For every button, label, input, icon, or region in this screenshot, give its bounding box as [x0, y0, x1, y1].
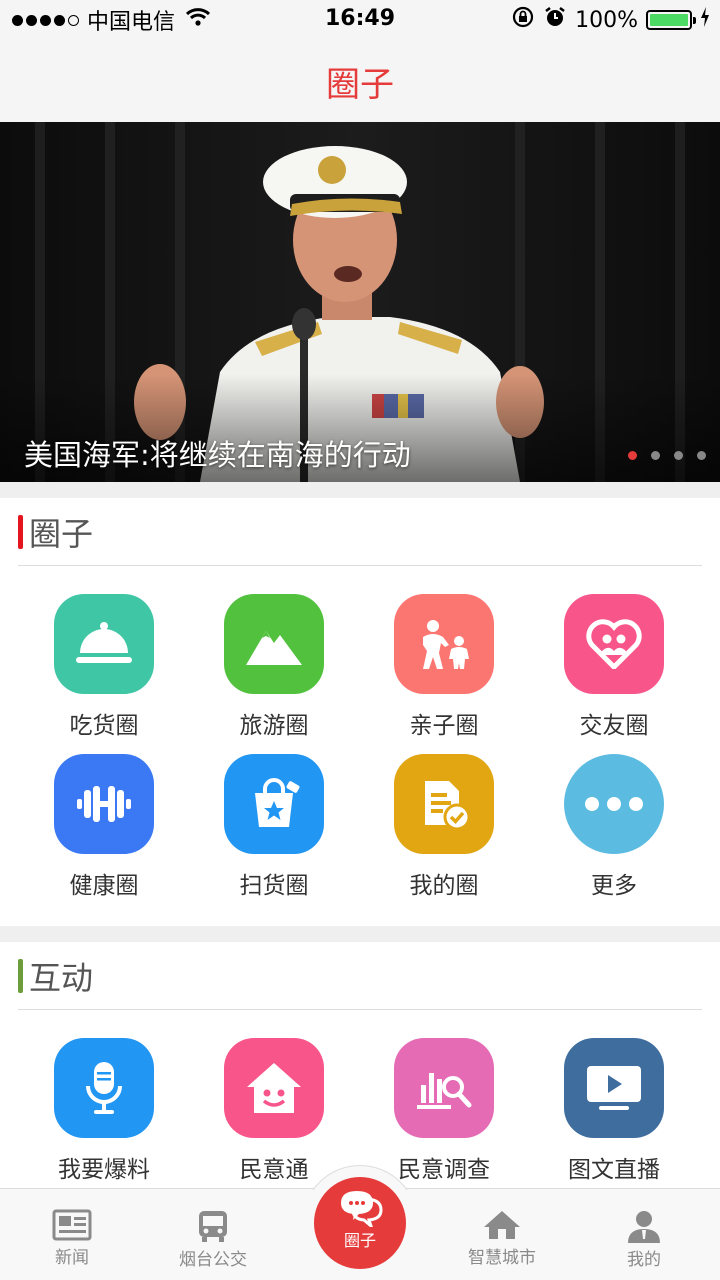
- battery-percent: 100%: [575, 7, 638, 33]
- chart-search-icon: [394, 1038, 494, 1138]
- circle-item-family[interactable]: 亲子圈: [359, 594, 529, 740]
- circles-section: 圈子 吃货圈 旅游圈 亲子圈 交友圈 健康圈 扫货圈 我的圈 更多: [0, 498, 720, 926]
- status-bar: 中国电信 16:49 100%: [0, 0, 720, 40]
- heart-people-icon: [564, 594, 664, 694]
- microphone-icon: [54, 1038, 154, 1138]
- section-accent-bar: [18, 514, 23, 549]
- banner-carousel[interactable]: 美国海军:将继续在南海的行动: [0, 122, 720, 482]
- page-title: 圈子: [326, 64, 394, 105]
- circle-item-label: 更多: [591, 873, 637, 899]
- cloche-icon: [54, 594, 154, 694]
- bus-icon: [199, 1211, 227, 1242]
- tab-smart-city[interactable]: 智慧城市: [430, 1189, 574, 1280]
- signal-strength-icon: [12, 14, 79, 26]
- carousel-indicator: [628, 451, 706, 460]
- circle-item-label: 扫货圈: [239, 873, 309, 899]
- banner-image: [0, 122, 720, 482]
- circle-item-shopping[interactable]: 扫货圈: [189, 754, 359, 900]
- section-header: 圈子: [18, 498, 702, 566]
- tab-news[interactable]: 新闻: [0, 1189, 144, 1280]
- tab-bar: 新闻 烟台公交 智慧城市 我的 圈子: [0, 1165, 720, 1280]
- mountain-icon: [224, 594, 324, 694]
- circle-item-mine[interactable]: 我的圈: [359, 754, 529, 900]
- banner-caption: 美国海军:将继续在南海的行动: [24, 438, 411, 472]
- interact-item-tip-off[interactable]: 我要爆料: [19, 1038, 189, 1184]
- tab-profile[interactable]: 我的: [572, 1189, 716, 1280]
- section-title: 圈子: [29, 514, 94, 553]
- house-icon: [484, 1211, 520, 1239]
- alarm-icon: [543, 5, 567, 35]
- tab-circles[interactable]: 圈子: [302, 1165, 418, 1280]
- circle-item-label: 我的圈: [409, 873, 479, 899]
- circle-item-label: 旅游圈: [239, 713, 309, 739]
- interact-item-public-opinion[interactable]: 民意通: [189, 1038, 359, 1184]
- user-icon: [628, 1211, 660, 1243]
- circle-item-travel[interactable]: 旅游圈: [189, 594, 359, 740]
- carousel-dot[interactable]: [628, 451, 637, 460]
- rotation-lock-icon: [511, 5, 535, 35]
- circle-item-friends[interactable]: 交友圈: [529, 594, 699, 740]
- tv-play-icon: [564, 1038, 664, 1138]
- carrier-name: 中国电信: [87, 10, 176, 35]
- shopping-bag-icon: [224, 754, 324, 854]
- interact-item-survey[interactable]: 民意调查: [359, 1038, 529, 1184]
- charging-icon: [700, 7, 710, 33]
- tab-label: 新闻: [55, 1248, 89, 1268]
- wifi-icon: [185, 7, 211, 33]
- section-accent-bar: [18, 958, 23, 993]
- tab-label: 我的: [627, 1250, 661, 1270]
- battery-icon: [646, 10, 696, 30]
- carousel-dot[interactable]: [697, 451, 706, 460]
- circle-item-foodie[interactable]: 吃货圈: [19, 594, 189, 740]
- dumbbell-icon: [54, 754, 154, 854]
- circle-item-label: 亲子圈: [409, 713, 479, 739]
- interact-item-live[interactable]: 图文直播: [529, 1038, 699, 1184]
- nav-bar: 圈子: [0, 40, 720, 122]
- circle-item-more[interactable]: 更多: [529, 754, 699, 900]
- parent-child-icon: [394, 594, 494, 694]
- section-title: 互动: [29, 958, 94, 997]
- tab-label: 智慧城市: [468, 1248, 536, 1268]
- interact-item-label: 我要爆料: [58, 1157, 150, 1183]
- tab-label: 烟台公交: [179, 1250, 247, 1270]
- newspaper-icon: [52, 1209, 92, 1241]
- interact-item-label: 图文直播: [568, 1157, 660, 1183]
- chat-bubbles-icon: [341, 1191, 383, 1227]
- circle-item-label: 健康圈: [69, 873, 139, 899]
- document-check-icon: [394, 754, 494, 854]
- circle-item-label: 吃货圈: [69, 713, 139, 739]
- carousel-dot[interactable]: [674, 451, 683, 460]
- carousel-dot[interactable]: [651, 451, 660, 460]
- section-header: 互动: [18, 942, 702, 1010]
- tab-label: 圈子: [343, 1231, 376, 1250]
- circle-item-label: 交友圈: [579, 713, 649, 739]
- interact-section: 互动 我要爆料 民意通 民意调查 图文直播: [0, 942, 720, 1192]
- smiling-house-icon: [224, 1038, 324, 1138]
- circles-tab-button[interactable]: 圈子: [314, 1177, 406, 1269]
- more-dots-icon: [564, 754, 664, 854]
- circle-item-health[interactable]: 健康圈: [19, 754, 189, 900]
- tab-bus[interactable]: 烟台公交: [141, 1189, 285, 1280]
